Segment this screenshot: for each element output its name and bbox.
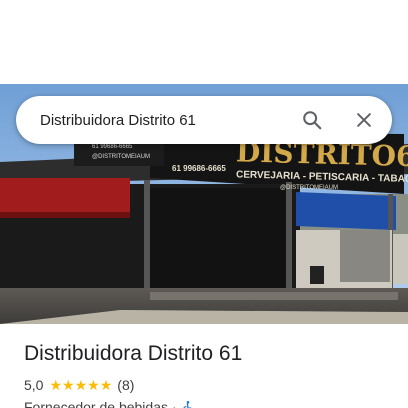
place-info-panel: Distribuidora Distrito 61 5,0 ★ ★ ★ ★ ★ (8) … [24,340,394,408]
review-count[interactable]: (8) [117,377,134,393]
rating-value: 5,0 [24,377,44,393]
star-icon: ★ [74,377,88,393]
clear-search-button[interactable] [344,100,384,140]
star-rating: ★ ★ ★ ★ ★ [49,378,112,392]
star-icon: ★ [99,377,113,393]
star-icon: ★ [49,377,63,393]
category-row: Fornecedor de bebidas · [24,398,394,408]
star-icon: ★ [87,377,100,393]
star-icon: ★ [62,377,75,393]
separator-dot: · [172,399,177,408]
rating-row[interactable]: 5,0 ★ ★ ★ ★ ★ (8) [24,376,394,394]
wheelchair-icon [181,400,195,408]
search-button[interactable] [292,100,332,140]
close-icon [354,110,374,130]
small-sign-handle-text: @DISTRITOMEIAUM [92,154,150,160]
search-input[interactable] [16,96,292,144]
sign-phone-text: 61 99686-6665 [172,164,226,173]
maps-screen: DISTRITO61 CERVEJARIA - PETISCARIA - TAB… [0,0,408,408]
search-bar[interactable] [16,96,392,144]
search-icon [301,109,323,131]
place-title: Distribuidora Distrito 61 [24,342,243,365]
small-sign-phone-text: 61 99686-6665 [92,144,133,150]
sign-handle-text: @DISTRITOMEIAUM [280,185,338,191]
place-category[interactable]: Fornecedor de bebidas [24,399,168,408]
